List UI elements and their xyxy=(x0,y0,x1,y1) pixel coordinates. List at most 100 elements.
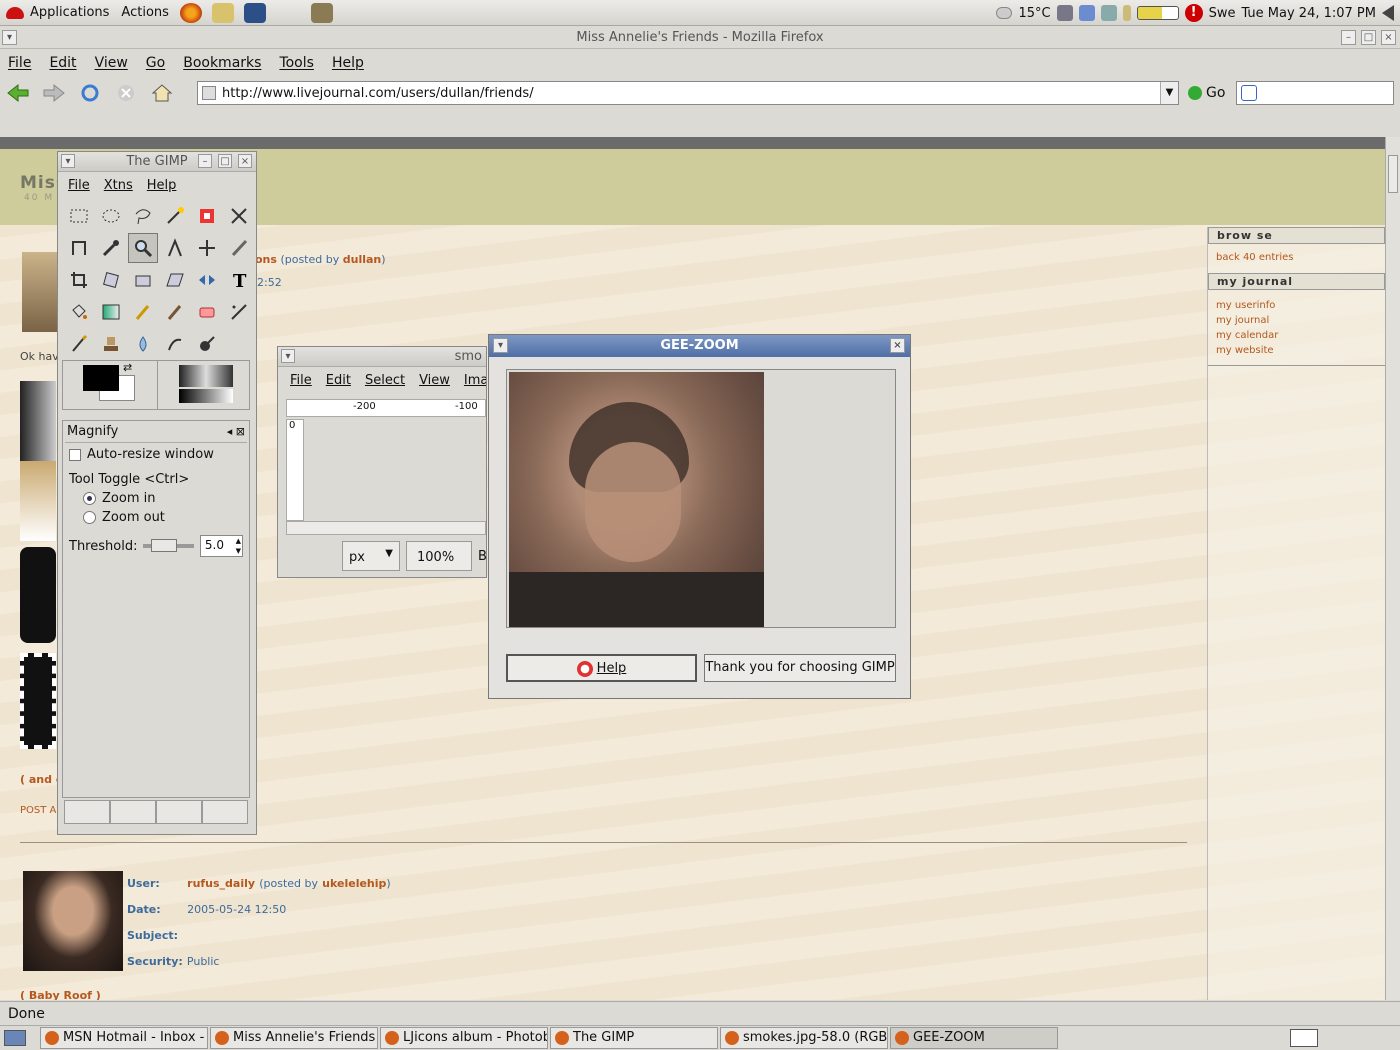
flip-icon[interactable] xyxy=(192,265,222,295)
entry1-post-link[interactable]: POST A xyxy=(20,805,56,816)
clock[interactable]: Tue May 24, 1:07 PM xyxy=(1241,6,1376,21)
rotate-icon[interactable] xyxy=(96,265,126,295)
gradient-icon[interactable] xyxy=(96,297,126,327)
gimp-window-menu-icon[interactable]: ▾ xyxy=(61,154,75,168)
auto-resize-option[interactable]: Auto-resize window xyxy=(69,447,243,462)
update-alert-icon[interactable]: ! xyxy=(1184,4,1203,22)
workspace-switcher-icon[interactable] xyxy=(1290,1029,1318,1047)
entry1-userpic[interactable] xyxy=(22,252,58,332)
panel-menu-icon[interactable]: ◂ xyxy=(227,425,233,438)
gimp-minimize-icon[interactable]: – xyxy=(198,154,212,168)
my-calendar-link[interactable]: my calendar xyxy=(1208,328,1385,343)
show-desktop-icon[interactable] xyxy=(4,1030,26,1046)
menu-file[interactable]: File xyxy=(8,55,31,71)
back-entries-link[interactable]: back 40 entries xyxy=(1208,244,1385,269)
network-icon[interactable] xyxy=(1056,5,1073,21)
bucket-fill-icon[interactable] xyxy=(64,297,94,327)
terminal-launcher-icon[interactable] xyxy=(243,2,266,23)
firefox-launcher-icon[interactable] xyxy=(179,2,202,23)
threshold-spinbox[interactable]: 5.0 ▲ ▼ xyxy=(199,535,243,557)
brush-stroke-icon[interactable] xyxy=(224,233,254,263)
image-menu-image[interactable]: Ima xyxy=(464,373,486,388)
entry2-userpic[interactable] xyxy=(23,871,123,971)
fuzzy-select-icon[interactable] xyxy=(160,201,190,231)
gimp-menu-xtns[interactable]: Xtns xyxy=(104,178,133,193)
scrollbar-thumb[interactable] xyxy=(1388,155,1398,193)
home-icon[interactable] xyxy=(150,83,174,103)
measure-icon[interactable] xyxy=(160,233,190,263)
pencil-icon[interactable] xyxy=(128,297,158,327)
entry1-poster-link[interactable]: dullan xyxy=(343,253,382,266)
eraser-icon[interactable] xyxy=(192,297,222,327)
gee-close-icon[interactable]: × xyxy=(890,338,905,353)
menu-tools[interactable]: Tools xyxy=(279,55,314,71)
help-button[interactable]: Help xyxy=(506,654,697,682)
forward-icon[interactable] xyxy=(42,83,66,103)
maximize-icon[interactable]: □ xyxy=(1361,30,1376,45)
spin-arrows-icon[interactable]: ▲ ▼ xyxy=(236,536,241,556)
restore-options-icon[interactable] xyxy=(110,800,156,824)
move-icon[interactable] xyxy=(192,233,222,263)
unit-select[interactable]: px ▼ xyxy=(342,541,400,571)
volume-icon[interactable] xyxy=(1382,5,1394,21)
image-menu-file[interactable]: File xyxy=(290,373,312,388)
thank-you-button[interactable]: Thank you for choosing GIMP xyxy=(704,654,896,682)
battery-icon[interactable] xyxy=(1136,6,1179,20)
menu-help[interactable]: Help xyxy=(332,55,364,71)
threshold-slider[interactable] xyxy=(143,539,194,552)
bluetooth-icon[interactable] xyxy=(1078,5,1095,21)
window-menu-icon[interactable]: ▾ xyxy=(2,30,17,45)
task-gee-zoom[interactable]: GEE-ZOOM xyxy=(890,1027,1058,1049)
dodge-burn-icon[interactable] xyxy=(192,329,222,359)
image-window-menu-icon[interactable]: ▾ xyxy=(281,349,295,363)
clone-icon[interactable] xyxy=(96,329,126,359)
blur-icon[interactable] xyxy=(128,329,158,359)
airbrush-icon[interactable] xyxy=(224,297,254,327)
go-button[interactable]: Go xyxy=(1188,85,1225,101)
reload-icon[interactable] xyxy=(78,83,102,103)
text-icon[interactable]: T xyxy=(224,265,254,295)
entry2-tag-link[interactable]: ( Baby Roof ) xyxy=(20,989,101,1000)
magnify-icon[interactable] xyxy=(128,233,158,263)
url-bar[interactable]: http://www.livejournal.com/users/dullan/… xyxy=(197,81,1179,105)
shear-icon[interactable] xyxy=(160,265,190,295)
save-options-icon[interactable] xyxy=(64,800,110,824)
zoomed-photo[interactable] xyxy=(509,372,764,627)
scissors-icon[interactable] xyxy=(224,201,254,231)
entry2-user-link[interactable]: rufus_daily xyxy=(187,877,255,890)
entry2-poster-link[interactable]: ukelelehip xyxy=(322,877,386,890)
paths-icon[interactable] xyxy=(64,233,94,263)
panel-close-icon[interactable]: ⊠ xyxy=(236,425,245,438)
reset-options-icon[interactable] xyxy=(202,800,248,824)
search-engine-icon[interactable] xyxy=(1241,85,1257,101)
swap-colors-icon[interactable]: ⇄ xyxy=(123,361,132,374)
task-hotmail[interactable]: MSN Hotmail - Inbox - M xyxy=(40,1027,208,1049)
gradient-preview[interactable] xyxy=(179,389,233,403)
zoom-select[interactable]: 100% xyxy=(406,541,472,571)
my-userinfo-link[interactable]: my userinfo xyxy=(1208,298,1385,313)
gimp-menu-help[interactable]: Help xyxy=(147,178,177,193)
auto-resize-checkbox[interactable] xyxy=(69,448,81,461)
close-icon[interactable]: × xyxy=(1381,30,1396,45)
gimp-menu-file[interactable]: File xyxy=(68,178,90,193)
page-scrollbar[interactable] xyxy=(1385,137,1400,1000)
lasso-icon[interactable] xyxy=(128,201,158,231)
task-ljicons[interactable]: LJicons album - Photobu xyxy=(380,1027,548,1049)
image-menu-view[interactable]: View xyxy=(419,373,450,388)
rect-select-icon[interactable] xyxy=(64,201,94,231)
brush-preview[interactable] xyxy=(179,365,233,387)
task-gimp[interactable]: The GIMP xyxy=(550,1027,718,1049)
horizontal-scrollbar[interactable] xyxy=(286,521,486,535)
crop-icon[interactable] xyxy=(64,265,94,295)
applications-menu[interactable]: Applications xyxy=(6,5,109,20)
messenger-icon[interactable] xyxy=(1100,5,1117,21)
entry1-tag-link[interactable]: ( and c xyxy=(20,773,62,786)
search-input[interactable] xyxy=(1236,81,1394,105)
menu-view[interactable]: View xyxy=(95,55,128,71)
task-smokes-image[interactable]: smokes.jpg-58.0 (RGB, 1 xyxy=(720,1027,888,1049)
gimp-launcher-icon[interactable] xyxy=(310,2,333,23)
zoom-out-radio[interactable] xyxy=(83,511,96,524)
zoom-in-radio[interactable] xyxy=(83,492,96,505)
color-picker-icon[interactable] xyxy=(96,233,126,263)
slider-handle[interactable] xyxy=(151,539,178,552)
